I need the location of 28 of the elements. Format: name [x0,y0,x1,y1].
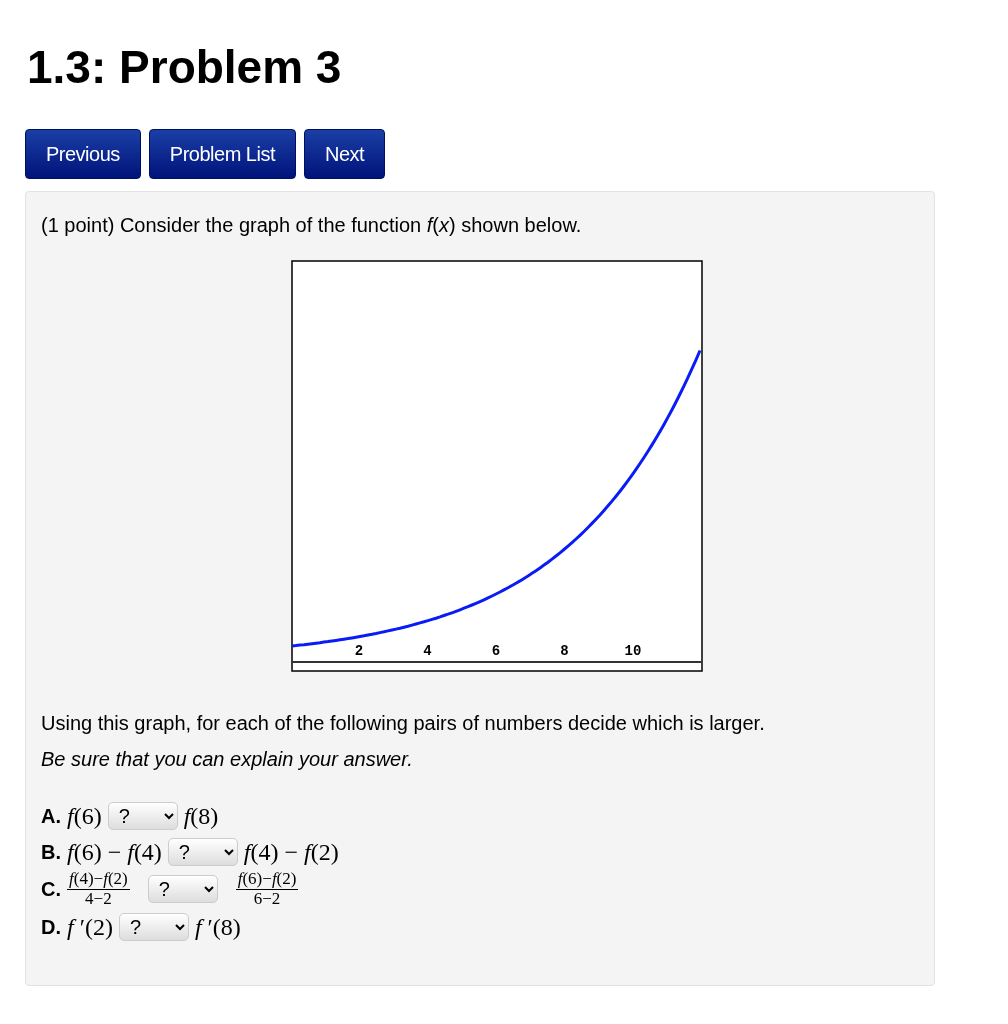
answer-select[interactable]: ? [167,838,238,867]
x-tick-label: 6 [491,643,501,660]
part-label: D. [41,914,61,940]
part-label: A. [41,804,61,830]
instruction-text: Using this graph, for each of the following pairs of numbers decide which is larger. [41,711,766,737]
part-label: B. [41,840,61,866]
x-tick-label: 4 [423,643,432,660]
problem-statement: (1 point) Consider the graph of the function f(x) shown below. [41,213,583,239]
x-tick-label: 8 [560,643,569,660]
note-text: Be sure that you can explain your answer. [41,747,414,773]
page-title: 1.3: Problem 3 [27,40,343,95]
previous-button[interactable]: Previous [25,129,141,180]
math-expression: f(6) [67,802,102,832]
x-tick-label: 2 [354,643,364,660]
math-expression: f ′(2) [67,912,113,942]
math-expression: f(4) − f(2) [243,838,339,868]
math-expression: f ′(8) [194,912,241,942]
problem-list-button[interactable]: Problem List [148,129,296,180]
math-expression: f(8) [183,802,219,832]
answer-select[interactable]: ? [107,802,178,831]
answer-select[interactable]: ? [147,875,218,904]
x-tick-label: 10 [624,643,642,660]
fraction-expression: f(4)−f(2) 4−2 [67,870,130,909]
answer-select[interactable]: ? [118,912,189,941]
math-expression: f(6) − f(4) [67,838,162,868]
fraction-expression: f(6)−f(2) 6−2 [235,870,299,909]
next-button[interactable]: Next [303,129,386,180]
part-label: C. [41,877,61,903]
